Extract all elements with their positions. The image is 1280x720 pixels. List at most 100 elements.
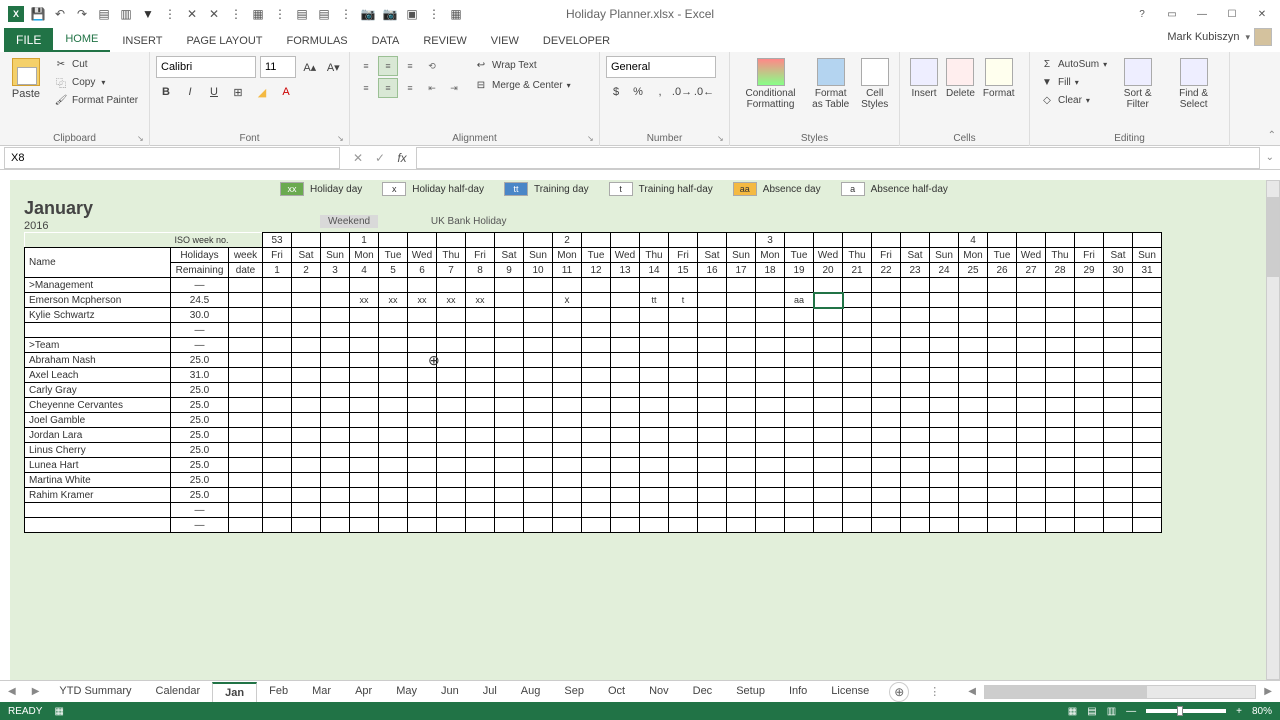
tab-file[interactable]: FILE xyxy=(4,28,53,52)
format-painter-button[interactable]: 🖌Format Painter xyxy=(50,92,142,108)
num-launcher-icon[interactable]: ↘ xyxy=(717,134,727,144)
underline-button[interactable]: U xyxy=(204,82,224,102)
redo-icon[interactable]: ↷ xyxy=(74,6,90,22)
sheet-tab-ytd-summary[interactable]: YTD Summary xyxy=(47,682,143,702)
sheet-tab-info[interactable]: Info xyxy=(777,682,819,702)
tab-developer[interactable]: DEVELOPER xyxy=(531,30,622,52)
align-center-icon[interactable]: ≡ xyxy=(378,78,398,98)
avatar[interactable] xyxy=(1254,28,1272,46)
view-page-icon[interactable]: ▤ xyxy=(1087,706,1096,717)
h-scrollbar[interactable] xyxy=(984,685,1256,699)
user-name[interactable]: Mark Kubiszyn xyxy=(1167,31,1239,43)
sheet-tab-oct[interactable]: Oct xyxy=(596,682,637,702)
font-launcher-icon[interactable]: ↘ xyxy=(337,134,347,144)
sheet-tab-mar[interactable]: Mar xyxy=(300,682,343,702)
filter-icon[interactable]: ▼ xyxy=(140,6,156,22)
sheet-tab-may[interactable]: May xyxy=(384,682,429,702)
view-normal-icon[interactable]: ▦ xyxy=(1068,706,1077,717)
copy-button[interactable]: ⿻Copy▾ xyxy=(50,74,142,90)
tab-formulas[interactable]: FORMULAS xyxy=(275,30,360,52)
collapse-ribbon-icon[interactable]: ⌃ xyxy=(1268,130,1276,141)
sheet-tab-feb[interactable]: Feb xyxy=(257,682,300,702)
new-sheet-button[interactable]: ⊕ xyxy=(889,682,909,702)
v-scrollbar[interactable] xyxy=(1266,180,1280,680)
clipboard-launcher-icon[interactable]: ↘ xyxy=(137,134,147,144)
sheet-nav-prev-icon[interactable]: ◀ xyxy=(0,686,24,697)
sheet-tab-jul[interactable]: Jul xyxy=(471,682,509,702)
calculator-icon[interactable]: ▦ xyxy=(250,6,266,22)
fill-color-button[interactable]: ◢ xyxy=(252,82,272,102)
merge-button[interactable]: ⊟Merge & Center▾ xyxy=(470,76,575,94)
formula-bar[interactable] xyxy=(416,147,1260,169)
cell-styles-button[interactable]: Cell Styles xyxy=(856,56,893,144)
view-break-icon[interactable]: ▥ xyxy=(1107,706,1116,717)
cond-format-button[interactable]: Conditional Formatting xyxy=(736,56,805,144)
sheet-nav-next-icon[interactable]: ▶ xyxy=(24,686,48,697)
format-cells-button[interactable]: Format xyxy=(979,56,1019,144)
find-select-button[interactable]: Find & Select xyxy=(1164,56,1223,144)
sheet-tab-setup[interactable]: Setup xyxy=(724,682,777,702)
align-right-icon[interactable]: ≡ xyxy=(400,78,420,98)
tab-home[interactable]: HOME xyxy=(53,28,110,52)
qat-icon[interactable]: ▥ xyxy=(118,6,134,22)
fill-button[interactable]: ▼Fill▾ xyxy=(1036,74,1111,90)
paste-button[interactable]: Paste xyxy=(6,56,46,108)
italic-button[interactable]: I xyxy=(180,82,200,102)
hscroll-right-icon[interactable]: ▶ xyxy=(1256,686,1280,697)
clear-button[interactable]: ◇Clear▾ xyxy=(1036,92,1111,108)
insert-cells-button[interactable]: Insert xyxy=(906,56,942,144)
bold-button[interactable]: B xyxy=(156,82,176,102)
align-middle-icon[interactable]: ≡ xyxy=(378,56,398,76)
sheet-tab-jan[interactable]: Jan xyxy=(212,682,257,702)
qat-icon[interactable]: ✕ xyxy=(206,6,222,22)
align-bottom-icon[interactable]: ≡ xyxy=(400,56,420,76)
qat-icon[interactable]: ✕ xyxy=(184,6,200,22)
fx-icon[interactable]: fx xyxy=(394,150,410,166)
zoom-in-icon[interactable]: + xyxy=(1236,706,1242,717)
tab-insert[interactable]: INSERT xyxy=(110,30,174,52)
planner-grid[interactable]: ISO week no.531234NameHolidaysweekFriSat… xyxy=(24,232,1162,533)
format-table-button[interactable]: Format as Table xyxy=(805,56,856,144)
qat-icon[interactable]: ▤ xyxy=(294,6,310,22)
tab-view[interactable]: VIEW xyxy=(479,30,531,52)
sheet-tab-sep[interactable]: Sep xyxy=(552,682,596,702)
help-icon[interactable]: ? xyxy=(1130,5,1154,23)
accept-formula-icon[interactable]: ✓ xyxy=(372,150,388,166)
expand-formula-icon[interactable]: ⌄ xyxy=(1260,152,1280,163)
zoom-out-icon[interactable]: — xyxy=(1126,706,1136,717)
zoom-level[interactable]: 80% xyxy=(1252,706,1272,717)
qat-icon[interactable]: ▦ xyxy=(448,6,464,22)
name-box[interactable] xyxy=(4,147,340,169)
align-top-icon[interactable]: ≡ xyxy=(356,56,376,76)
sheet-tab-dec[interactable]: Dec xyxy=(681,682,725,702)
sheet-tab-license[interactable]: License xyxy=(819,682,881,702)
shrink-font-icon[interactable]: A▾ xyxy=(324,57,344,77)
inc-decimal-icon[interactable]: .0→ xyxy=(672,82,692,102)
hscroll-left-icon[interactable]: ◀ xyxy=(960,686,984,697)
cut-button[interactable]: ✂Cut xyxy=(50,56,142,72)
indent-inc-icon[interactable]: ⇥ xyxy=(444,78,464,98)
minimize-icon[interactable]: — xyxy=(1190,5,1214,23)
font-color-button[interactable]: A xyxy=(276,82,296,102)
indent-dec-icon[interactable]: ⇤ xyxy=(422,78,442,98)
sheet-tab-calendar[interactable]: Calendar xyxy=(144,682,213,702)
tab-review[interactable]: REVIEW xyxy=(411,30,478,52)
align-launcher-icon[interactable]: ↘ xyxy=(587,134,597,144)
macro-icon[interactable]: ▦ xyxy=(54,706,63,717)
camera-icon[interactable]: 📷 xyxy=(360,6,376,22)
delete-cells-button[interactable]: Delete xyxy=(942,56,979,144)
font-size-select[interactable] xyxy=(260,56,296,78)
accounting-icon[interactable]: $ xyxy=(606,82,626,102)
tab-data[interactable]: DATA xyxy=(360,30,412,52)
tab-page-layout[interactable]: PAGE LAYOUT xyxy=(174,30,274,52)
border-button[interactable]: ⊞ xyxy=(228,82,248,102)
grow-font-icon[interactable]: A▴ xyxy=(300,57,320,77)
align-left-icon[interactable]: ≡ xyxy=(356,78,376,98)
sheet-tab-apr[interactable]: Apr xyxy=(343,682,384,702)
close-icon[interactable]: ✕ xyxy=(1250,5,1274,23)
sheet-tab-jun[interactable]: Jun xyxy=(429,682,471,702)
qat-icon[interactable]: ▣ xyxy=(404,6,420,22)
percent-icon[interactable]: % xyxy=(628,82,648,102)
sheet-tab-nov[interactable]: Nov xyxy=(637,682,681,702)
number-format-select[interactable] xyxy=(606,56,716,78)
